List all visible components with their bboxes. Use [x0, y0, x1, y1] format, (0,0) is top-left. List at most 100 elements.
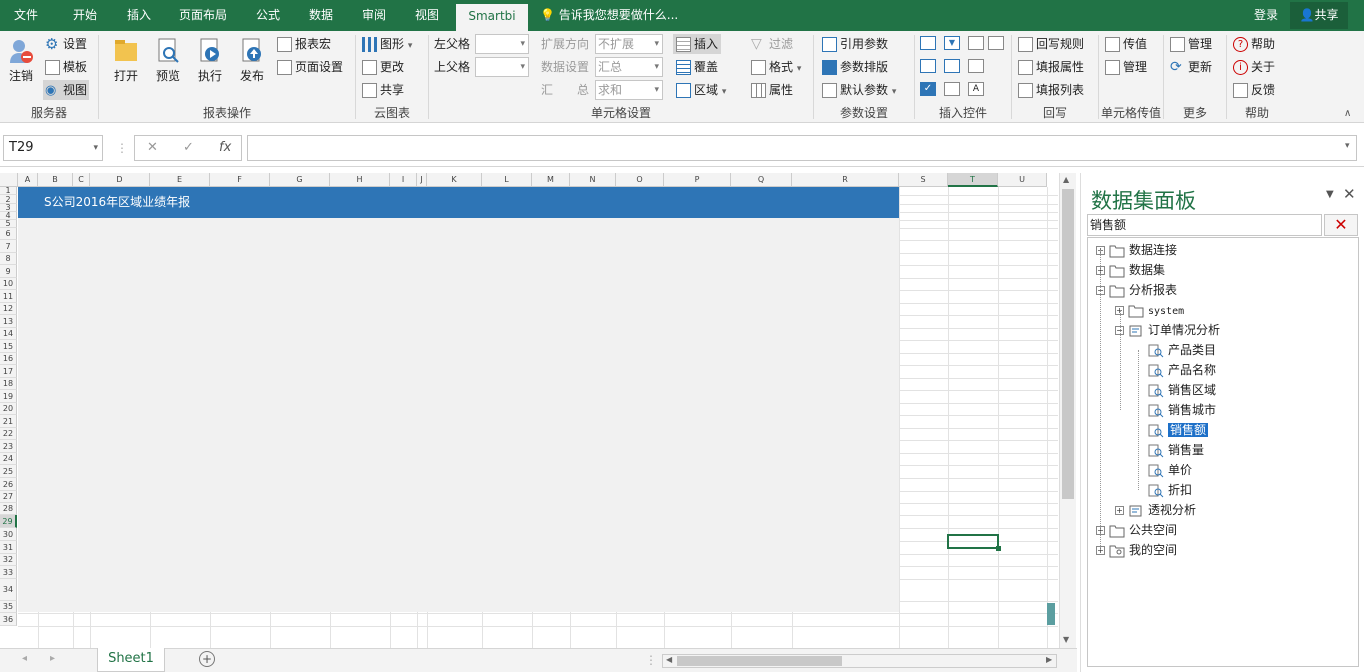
spreadsheet-grid[interactable]: ABCDEFGHIJKLMNOPQRSTU 1 2 3 4 5 6 7 8 9 10 11 12 13 1… [0, 173, 1077, 648]
tree-node[interactable]: + 数据集 [1096, 260, 1165, 280]
tab-data[interactable]: 数据 [298, 0, 344, 31]
formula-input[interactable] [247, 135, 1357, 161]
tree-node[interactable]: + 透视分析 [1115, 500, 1196, 520]
list-control-icon[interactable] [968, 36, 984, 50]
row-header[interactable]: 13 [0, 315, 17, 328]
expand-formula-icon[interactable]: ▾ [1345, 141, 1350, 151]
column-header[interactable]: T [948, 173, 998, 187]
row-header[interactable]: 29 [0, 515, 17, 528]
row-header[interactable]: 17 [0, 365, 17, 378]
row-header[interactable]: 12 [0, 303, 17, 315]
chart-button[interactable]: 图形 ▾ [362, 34, 412, 54]
param-layout-button[interactable]: 参数排版 [822, 57, 888, 77]
row-header[interactable]: 8 [0, 253, 17, 265]
fill-list-button[interactable]: 填报列表 [1018, 80, 1084, 100]
view-button[interactable]: ◉ 视图 [43, 80, 90, 100]
row-header[interactable]: 21 [0, 415, 17, 428]
row-header[interactable]: 4 [0, 212, 17, 220]
tree-node[interactable]: − 分析报表 [1096, 280, 1177, 300]
tree-node[interactable]: + system [1115, 300, 1184, 320]
next-sheet-icon[interactable]: ▸ [50, 653, 55, 664]
add-sheet-icon[interactable]: + [199, 651, 215, 667]
dataset-search-input[interactable]: 销售额 [1087, 214, 1322, 236]
calendar-control-icon[interactable] [944, 59, 960, 73]
tree-node[interactable]: 折扣 [1148, 480, 1192, 500]
tab-formulas[interactable]: 公式 [246, 0, 290, 31]
close-icon[interactable]: ✕ [1343, 185, 1356, 203]
row-header[interactable]: 15 [0, 340, 17, 353]
row-header[interactable]: 35 [0, 601, 17, 613]
column-header[interactable]: G [270, 173, 330, 187]
multi-select-control-icon[interactable] [944, 82, 960, 96]
row-header[interactable]: 18 [0, 378, 17, 390]
column-header[interactable]: B [38, 173, 73, 187]
change-button[interactable]: 更改 [362, 57, 404, 77]
tree-node[interactable]: 产品名称 [1148, 360, 1216, 380]
update-button[interactable]: ⟳ 更新 [1170, 57, 1212, 77]
tab-page-layout[interactable]: 页面布局 [170, 0, 236, 31]
function-icon[interactable]: fx [219, 136, 231, 160]
login-link[interactable]: 登录 [1254, 0, 1278, 31]
row-header[interactable]: 36 [0, 613, 17, 626]
column-header[interactable]: N [570, 173, 616, 187]
logout-button[interactable]: 注销 [2, 33, 40, 84]
column-header[interactable]: F [210, 173, 270, 187]
region-button[interactable]: 区域 ▾ [676, 80, 726, 100]
button-control-icon[interactable] [968, 59, 984, 73]
fill-handle[interactable] [996, 546, 1001, 551]
default-param-button[interactable]: 默认参数 ▾ [822, 80, 896, 100]
row-header[interactable]: 30 [0, 528, 17, 541]
share-button[interactable]: 👤共享 [1290, 2, 1348, 29]
row-header[interactable]: 10 [0, 278, 17, 290]
feedback-button[interactable]: 反馈 [1233, 80, 1275, 100]
row-header[interactable]: 32 [0, 554, 17, 566]
horizontal-scrollbar[interactable]: ◀ ▶ [662, 654, 1057, 668]
scroll-thumb[interactable] [1062, 189, 1074, 499]
row-header[interactable]: 14 [0, 328, 17, 340]
tree-node[interactable]: 销售量 [1148, 440, 1204, 460]
publish-button[interactable]: 发布 [233, 33, 271, 84]
tab-home[interactable]: 开始 [62, 0, 108, 31]
text-box-control-icon[interactable] [920, 36, 936, 50]
tab-view[interactable]: 视图 [404, 0, 450, 31]
column-header[interactable]: R [792, 173, 899, 187]
page-setup-button[interactable]: 页面设置 [277, 57, 343, 77]
expand-icon[interactable]: + [1115, 506, 1124, 515]
column-header[interactable]: P [664, 173, 731, 187]
row-header[interactable]: 28 [0, 503, 17, 515]
row-header[interactable]: 20 [0, 403, 17, 415]
active-cell[interactable] [947, 534, 999, 549]
row-header[interactable]: 27 [0, 491, 17, 503]
row-header[interactable]: 33 [0, 566, 17, 579]
row-header[interactable]: 16 [0, 353, 17, 365]
tree-node[interactable]: 销售区域 [1148, 380, 1216, 400]
tree-node[interactable]: + 我的空间 [1096, 540, 1177, 560]
dropdown-control-icon[interactable]: ▼ [944, 36, 960, 50]
left-parent-select[interactable] [475, 34, 529, 54]
row-header[interactable]: 31 [0, 541, 17, 554]
tree-node[interactable]: 销售城市 [1148, 400, 1216, 420]
column-header[interactable]: A [18, 173, 38, 187]
h-scroll-thumb[interactable] [677, 656, 842, 666]
about-button[interactable]: i 关于 [1233, 57, 1275, 77]
column-header[interactable]: H [330, 173, 390, 187]
row-header[interactable]: 9 [0, 265, 17, 278]
help-button[interactable]: ? 帮助 [1233, 34, 1275, 54]
column-header[interactable]: O [616, 173, 664, 187]
enter-icon[interactable]: ✓ [183, 136, 194, 160]
tab-insert[interactable]: 插入 [116, 0, 162, 31]
execute-button[interactable]: 执行 [191, 33, 229, 84]
cancel-icon[interactable]: ✕ [147, 136, 158, 160]
report-title-banner[interactable]: S公司2016年区域业绩年报 [18, 187, 899, 218]
column-header[interactable]: E [150, 173, 210, 187]
scroll-up-icon[interactable]: ▲ [1063, 175, 1069, 184]
collapse-ribbon-icon[interactable]: ∧ [1344, 108, 1351, 119]
row-header[interactable]: 1 [0, 187, 17, 195]
tab-smartbi[interactable]: Smartbi [456, 4, 528, 31]
row-header[interactable]: 2 [0, 195, 17, 204]
column-header[interactable]: L [482, 173, 532, 187]
open-button[interactable]: 打开 [107, 33, 145, 84]
data-setting-select[interactable]: 汇总 [595, 57, 663, 77]
panel-menu-icon[interactable]: ▼ [1326, 189, 1334, 200]
tree-node[interactable]: 产品类目 [1148, 340, 1216, 360]
